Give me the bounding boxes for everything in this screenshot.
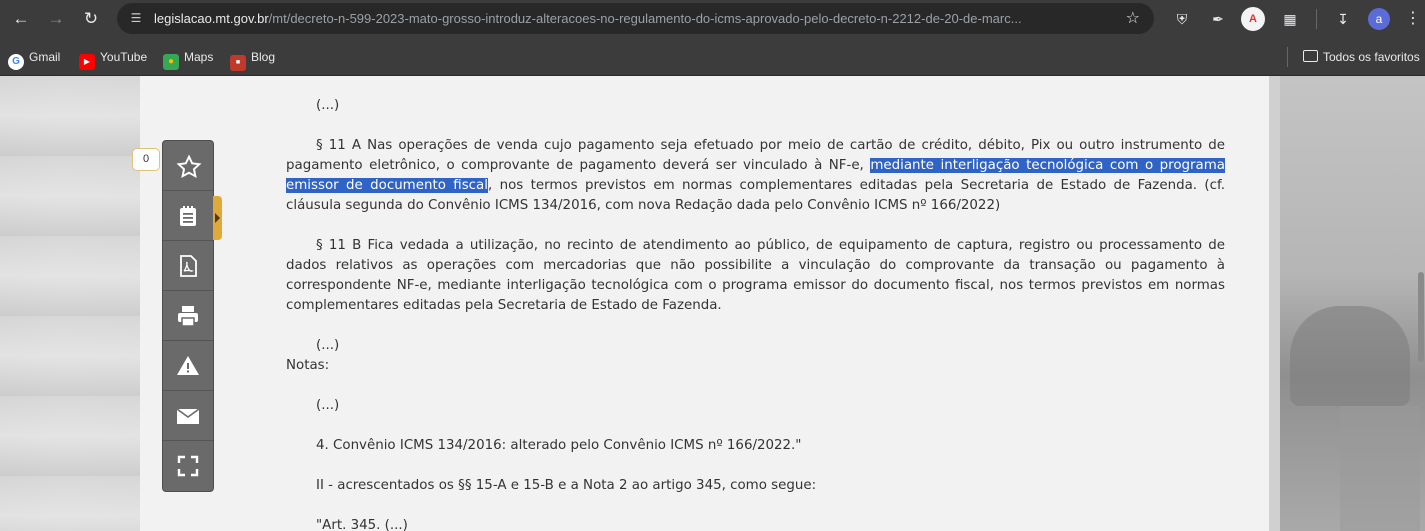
background-image-left: [0, 76, 140, 531]
folder-icon: [1303, 50, 1318, 62]
browser-toolbar: ← → ↻ ☰ legislacao.mt.gov.br/mt/decreto-…: [0, 0, 1425, 38]
email-button[interactable]: [163, 391, 213, 441]
url-path: /mt/decreto-n-599-2023-mato-grosso-intro…: [268, 11, 1022, 26]
notepad-icon: [180, 206, 196, 226]
bookmark-gmail[interactable]: G Gmail: [8, 47, 61, 70]
profile-avatar[interactable]: a: [1368, 8, 1390, 30]
print-button[interactable]: [163, 291, 213, 341]
shield-extension-icon[interactable]: ⛨: [1170, 7, 1194, 31]
fullscreen-icon: [177, 455, 199, 477]
gmail-icon: G: [8, 54, 24, 70]
back-arrow-icon[interactable]: ←: [8, 6, 34, 32]
bookmark-star-icon[interactable]: ☆: [1126, 8, 1140, 28]
browser-menu-icon[interactable]: ⋮: [1405, 6, 1421, 32]
bookmark-youtube[interactable]: ▶ YouTube: [79, 47, 148, 70]
paragraph-ellipsis: (...): [316, 338, 340, 353]
youtube-icon: ▶: [79, 54, 95, 70]
bookmarks-bar: G Gmail ▶ YouTube ● Maps ■ Blog Todos os fav…: [0, 38, 1425, 76]
blog-icon: ■: [230, 55, 246, 71]
download-icon[interactable]: ↧: [1331, 7, 1355, 31]
background-shape: [1340, 406, 1420, 531]
paragraph-11b: § 11 B Fica vedada a utilização, no reci…: [286, 238, 1225, 313]
reload-icon[interactable]: ↻: [78, 6, 104, 32]
bookmarks-divider: [1287, 47, 1288, 67]
star-icon: [176, 154, 202, 179]
bookmark-label: Gmail: [29, 50, 61, 64]
site-info-icon[interactable]: ☰: [127, 9, 145, 27]
forward-arrow-icon[interactable]: →: [43, 6, 69, 32]
side-toolbar-toggle[interactable]: [213, 196, 222, 240]
bookmark-blog[interactable]: ■ Blog: [230, 47, 276, 71]
pdf-button[interactable]: [163, 241, 213, 291]
url-text[interactable]: legislacao.mt.gov.br/mt/decreto-n-599-20…: [154, 10, 1114, 27]
paragraph-ellipsis: (...): [316, 398, 340, 413]
background-shape: [1290, 306, 1410, 406]
side-toolbar: [162, 140, 214, 492]
all-favorites-folder[interactable]: Todos os favoritos: [1303, 47, 1420, 67]
address-bar[interactable]: ☰ legislacao.mt.gov.br/mt/decreto-n-599-…: [117, 3, 1154, 34]
scrollbar-thumb[interactable]: [1418, 272, 1424, 362]
fullscreen-button[interactable]: [163, 441, 213, 491]
maps-icon: ●: [163, 54, 179, 70]
notes-button[interactable]: [163, 191, 213, 241]
bookmark-label: YouTube: [100, 50, 148, 64]
favorite-button[interactable]: [163, 141, 213, 191]
note-4: 4. Convênio ICMS 134/2016: alterado pelo…: [316, 438, 802, 453]
eyedropper-extension-icon[interactable]: ✒: [1206, 7, 1230, 31]
background-image-right: [1280, 76, 1425, 531]
page-scrollbar[interactable]: [1417, 76, 1425, 531]
paragraph-11a: § 11 A Nas operações de venda cujo pagam…: [286, 136, 1225, 216]
law-text: (...) § 11 A Nas operações de venda cujo…: [286, 96, 1225, 531]
toolbar-divider: [1316, 9, 1317, 29]
paragraph-ellipsis: (...): [316, 98, 340, 113]
favorite-count-badge: 0: [132, 148, 160, 171]
report-error-button[interactable]: [163, 341, 213, 391]
print-icon: [178, 306, 198, 327]
paragraph-item-ii: II - acrescentados os §§ 15-A e 15-B e a…: [316, 478, 817, 493]
all-favorites-label: Todos os favoritos: [1323, 50, 1420, 64]
bookmark-label: Blog: [251, 50, 276, 64]
email-icon: [176, 408, 200, 424]
extensions-puzzle-icon[interactable]: ▦: [1278, 7, 1302, 31]
pdf-icon: [180, 255, 197, 277]
paragraph-art-345: "Art. 345. (...): [316, 518, 408, 531]
translate-extension-icon[interactable]: A: [1241, 7, 1265, 31]
url-host: legislacao.mt.gov.br: [154, 11, 269, 26]
bookmark-label: Maps: [184, 50, 214, 64]
page-viewport: (...) § 11 A Nas operações de venda cujo…: [0, 76, 1425, 531]
bookmark-maps[interactable]: ● Maps: [163, 47, 214, 70]
warning-icon: [177, 356, 199, 375]
notes-heading: Notas:: [286, 358, 330, 373]
